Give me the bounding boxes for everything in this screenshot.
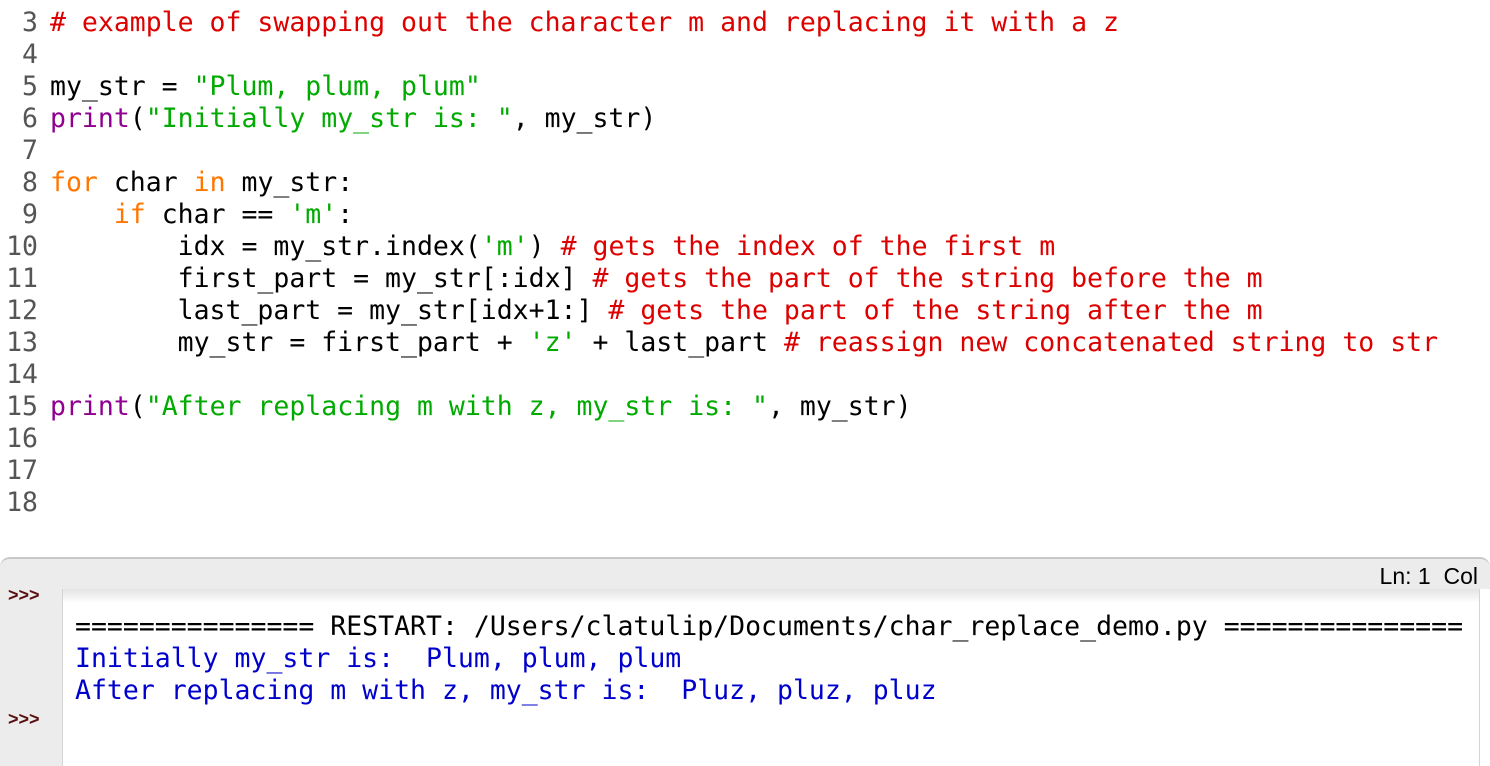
status-bar: Ln: 1 Col: [0, 557, 1490, 589]
token-builtin: print: [50, 391, 130, 422]
shell-divider-shadow: [63, 589, 1479, 603]
shell-prompt-current: >>>: [8, 709, 40, 729]
code-line[interactable]: 12 last_part = my_str[idx+1:] # gets the…: [0, 295, 1490, 327]
code-text: print("Initially my_str is: ", my_str): [50, 103, 656, 135]
line-number: 17: [6, 455, 38, 486]
code-line[interactable]: 9 if char == 'm':: [0, 199, 1490, 231]
code-text: print("After replacing m with z, my_str …: [50, 391, 912, 423]
token-plain: my_str = first_part +: [50, 327, 529, 358]
code-text: my_str = first_part + 'z' + last_part # …: [50, 327, 1438, 359]
shell-prompt-gutter: >>> >>>: [0, 589, 63, 766]
code-line[interactable]: 11 first_part = my_str[:idx] # gets the …: [0, 263, 1490, 295]
code-text: for char in my_str:: [50, 167, 353, 199]
token-plain: (: [129, 103, 146, 134]
token-comment: # gets the index of the first m: [560, 231, 1056, 262]
token-string: 'm': [289, 199, 338, 230]
token-keyword: in: [193, 167, 226, 198]
token-plain: char ==: [145, 199, 290, 230]
code-text: # example of swapping out the character …: [50, 7, 1119, 39]
token-comment: # example of swapping out the character …: [50, 7, 1119, 38]
code-line[interactable]: 3 # example of swapping out the character…: [0, 7, 1490, 39]
shell-output-line: Initially my_str is: Plum, plum, plum: [75, 643, 682, 674]
token-comment: # reassign new concatenated string to st…: [783, 327, 1439, 358]
token-plain: (: [129, 391, 146, 422]
token-plain: :: [337, 199, 354, 230]
token-string: "After replacing m with z, my_str is: ": [145, 391, 768, 422]
code-text: if char == 'm':: [50, 199, 353, 231]
line-number: 6: [22, 103, 38, 134]
token-plain: ): [528, 231, 561, 262]
token-plain: char: [97, 167, 194, 198]
token-plain: first_part = my_str[:idx]: [50, 263, 593, 294]
shell-prompt-top: >>>: [8, 589, 40, 605]
code-line[interactable]: 14: [0, 359, 1490, 391]
code-line[interactable]: 6 print("Initially my_str is: ", my_str): [0, 103, 1490, 135]
idle-window: 3 # example of swapping out the character…: [0, 0, 1490, 766]
code-text: last_part = my_str[idx+1:] # gets the pa…: [50, 295, 1263, 327]
restart-banner: =============== RESTART: /Users/clatulip…: [75, 611, 1464, 642]
token-string: 'z': [528, 327, 577, 358]
line-number: 5: [22, 71, 38, 102]
code-line[interactable]: 4: [0, 39, 1490, 71]
line-number: 10: [6, 231, 38, 262]
token-comment: # gets the part of the string before the…: [592, 263, 1263, 294]
token-string: 'm': [480, 231, 529, 262]
code-line[interactable]: 15 print("After replacing m with z, my_st…: [0, 391, 1490, 423]
code-line[interactable]: 10 idx = my_str.index('m') # gets the in…: [0, 231, 1490, 263]
code-text: my_str = "Plum, plum, plum": [50, 71, 481, 103]
line-number: 8: [22, 167, 38, 198]
token-plain: + last_part: [576, 327, 784, 358]
token-plain: , my_str): [512, 103, 657, 134]
code-text: idx = my_str.index('m') # gets the index…: [50, 231, 1056, 263]
token-string: "Initially my_str is: ": [145, 103, 513, 134]
code-line[interactable]: 7: [0, 135, 1490, 167]
line-number: 16: [6, 423, 38, 454]
code-line[interactable]: 13 my_str = first_part + 'z' + last_part…: [0, 327, 1490, 359]
token-comment: # gets the part of the string after the …: [608, 295, 1263, 326]
token-string: "Plum, plum, plum": [193, 71, 481, 102]
shell-scrollbar[interactable]: [1479, 589, 1490, 766]
code-editor[interactable]: 3 # example of swapping out the character…: [0, 0, 1490, 558]
shell-output-line: After replacing m with z, my_str is: Plu…: [75, 675, 937, 706]
line-number: 11: [6, 263, 38, 294]
line-number: 3: [22, 7, 38, 38]
line-number: 13: [6, 327, 38, 358]
code-line[interactable]: 5 my_str = "Plum, plum, plum": [0, 71, 1490, 103]
code-line[interactable]: 18: [0, 487, 1490, 519]
token-keyword: if: [113, 199, 146, 230]
line-number: 14: [6, 359, 38, 390]
cursor-position: Ln: 1 Col: [1379, 563, 1478, 589]
line-number: 7: [22, 135, 38, 166]
token-plain: my_str:: [225, 167, 354, 198]
code-line[interactable]: 16: [0, 423, 1490, 455]
code-line[interactable]: 17: [0, 455, 1490, 487]
line-number: 15: [6, 391, 38, 422]
line-number: 9: [22, 199, 38, 230]
line-number: 12: [6, 295, 38, 326]
token-plain: idx = my_str.index(: [50, 231, 481, 262]
code-line[interactable]: 8 for char in my_str:: [0, 167, 1490, 199]
token-plain: last_part = my_str[idx+1:]: [50, 295, 609, 326]
line-number: 18: [6, 487, 38, 518]
line-number: 4: [22, 39, 38, 70]
token-keyword: for: [50, 167, 98, 198]
token-builtin: print: [50, 103, 130, 134]
code-text: first_part = my_str[:idx] # gets the par…: [50, 263, 1263, 295]
token-plain: my_str =: [50, 71, 194, 102]
token-plain: , my_str): [767, 391, 912, 422]
shell-panel[interactable]: >>> >>> =============== RESTART: /Users/…: [0, 589, 1490, 766]
